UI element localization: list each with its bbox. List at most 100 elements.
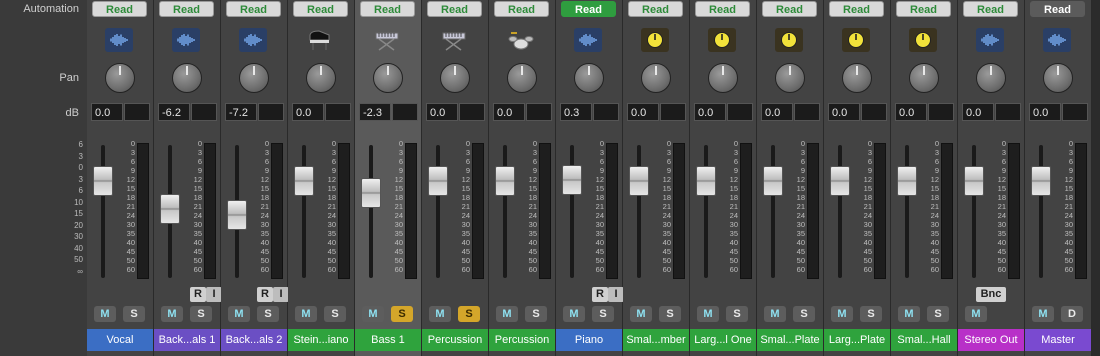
input-monitor-button[interactable]: I: [608, 287, 624, 302]
volume-db-readout[interactable]: 0.3: [560, 103, 592, 121]
channel-name[interactable]: Stein...iano: [288, 329, 354, 351]
waveform-icon[interactable]: [1043, 28, 1071, 52]
volume-fader[interactable]: [562, 164, 582, 195]
automation-mode-button[interactable]: Read: [427, 1, 482, 17]
volume-fader[interactable]: [294, 165, 314, 196]
channel-strip[interactable]: Read 0.0 0 3 6 9 12 15 18 21 24 30 35 40 45 50 60 M S Percu…: [489, 0, 556, 356]
mute-button[interactable]: M: [1032, 306, 1054, 322]
channel-strip[interactable]: Read -6.2 0 3 6 9 12 15 18 21 24 30 35 40 45 50 60 R I M S Ba…: [154, 0, 222, 356]
pan-knob[interactable]: [641, 63, 671, 93]
channel-strip[interactable]: Read 0.0 0 3 6 9 12 15 18 21 24 30 35 40 45 50 60 M S Smal.…: [623, 0, 690, 356]
channel-name[interactable]: Piano: [556, 329, 622, 351]
pan-knob[interactable]: [1043, 63, 1073, 93]
automation-mode-button[interactable]: Read: [963, 1, 1018, 17]
pan-knob[interactable]: [842, 63, 872, 93]
keyboard-stand-icon[interactable]: [373, 28, 401, 52]
channel-name[interactable]: Bass 1: [355, 329, 421, 351]
waveform-icon[interactable]: [239, 28, 267, 52]
channel-name[interactable]: Larg...Plate: [824, 329, 890, 351]
waveform-icon[interactable]: [105, 28, 133, 52]
solo-button[interactable]: S: [659, 306, 681, 322]
mute-button[interactable]: M: [965, 306, 987, 322]
keyboard-stand-icon[interactable]: [440, 28, 468, 52]
automation-mode-button[interactable]: Read: [695, 1, 750, 17]
volume-db-readout[interactable]: 0.0: [91, 103, 123, 121]
mute-button[interactable]: M: [228, 306, 250, 322]
aux-knob-icon[interactable]: [641, 28, 669, 52]
solo-button[interactable]: S: [190, 306, 212, 322]
channel-name[interactable]: Back...als 2: [221, 329, 287, 351]
solo-button[interactable]: S: [123, 306, 145, 322]
aux-knob-icon[interactable]: [775, 28, 803, 52]
record-enable-button[interactable]: R: [592, 287, 608, 302]
channel-name[interactable]: Smal...Plate: [757, 329, 823, 351]
automation-mode-button[interactable]: Read: [561, 1, 616, 17]
automation-mode-button[interactable]: Read: [159, 1, 214, 17]
automation-mode-button[interactable]: Read: [1030, 1, 1085, 17]
solo-button[interactable]: S: [458, 306, 480, 322]
dim-button[interactable]: D: [1061, 306, 1083, 322]
solo-button[interactable]: S: [860, 306, 882, 322]
channel-strip[interactable]: Read 0.0 0 3 6 9 12 15 18 21 24 30 35 40 45 50 60 M S Larg.…: [824, 0, 891, 356]
pan-knob[interactable]: [976, 63, 1006, 93]
volume-fader[interactable]: [964, 165, 984, 196]
pan-knob[interactable]: [775, 63, 805, 93]
mute-button[interactable]: M: [362, 306, 384, 322]
volume-fader[interactable]: [629, 165, 649, 196]
automation-mode-button[interactable]: Read: [829, 1, 884, 17]
waveform-icon[interactable]: [574, 28, 602, 52]
volume-db-readout[interactable]: -2.3: [359, 103, 391, 121]
mute-button[interactable]: M: [898, 306, 920, 322]
automation-mode-button[interactable]: Read: [762, 1, 817, 17]
volume-fader[interactable]: [763, 165, 783, 196]
pan-knob[interactable]: [574, 63, 604, 93]
volume-db-readout[interactable]: 0.0: [426, 103, 458, 121]
solo-button[interactable]: S: [592, 306, 614, 322]
mute-button[interactable]: M: [94, 306, 116, 322]
volume-fader[interactable]: [1031, 165, 1051, 196]
volume-db-readout[interactable]: 0.0: [694, 103, 726, 121]
volume-fader[interactable]: [361, 177, 381, 208]
channel-name[interactable]: Larg...l One: [690, 329, 756, 351]
channel-strip[interactable]: Read 0.0 0 3 6 9 12 15 18 21 24 30 35 40 45 50 60 M S Smal.…: [757, 0, 824, 356]
volume-db-readout[interactable]: 0.0: [828, 103, 860, 121]
mute-button[interactable]: M: [764, 306, 786, 322]
record-enable-button[interactable]: R: [190, 287, 206, 302]
volume-db-readout[interactable]: 0.0: [761, 103, 793, 121]
aux-knob-icon[interactable]: [708, 28, 736, 52]
aux-knob-icon[interactable]: [842, 28, 870, 52]
mute-button[interactable]: M: [295, 306, 317, 322]
input-monitor-button[interactable]: I: [273, 287, 289, 302]
volume-fader[interactable]: [830, 165, 850, 196]
grand-piano-icon[interactable]: [306, 28, 334, 52]
solo-button[interactable]: S: [793, 306, 815, 322]
solo-button[interactable]: S: [391, 306, 413, 322]
channel-name[interactable]: Smal...Hall: [891, 329, 957, 351]
waveform-icon[interactable]: [976, 28, 1004, 52]
volume-db-readout[interactable]: 0.0: [1029, 103, 1061, 121]
record-enable-button[interactable]: R: [257, 287, 273, 302]
channel-strip[interactable]: Read 0.0 0 3 6 9 12 15 18 21 24 30 35 40 45 50 60 M S Vocal: [87, 0, 154, 356]
channel-name[interactable]: Back...als 1: [154, 329, 220, 351]
volume-fader[interactable]: [897, 165, 917, 196]
channel-strip[interactable]: Read 0.3 0 3 6 9 12 15 18 21 24 30 35 40 45 50 60 R I M S Pia…: [556, 0, 624, 356]
channel-name[interactable]: Stereo Out: [958, 329, 1024, 351]
pan-knob[interactable]: [909, 63, 939, 93]
pan-knob[interactable]: [239, 63, 269, 93]
mute-button[interactable]: M: [563, 306, 585, 322]
volume-db-readout[interactable]: 0.0: [627, 103, 659, 121]
solo-button[interactable]: S: [525, 306, 547, 322]
volume-fader[interactable]: [160, 193, 180, 224]
automation-mode-button[interactable]: Read: [226, 1, 281, 17]
volume-db-readout[interactable]: 0.0: [895, 103, 927, 121]
volume-db-readout[interactable]: -6.2: [158, 103, 190, 121]
pan-knob[interactable]: [440, 63, 470, 93]
volume-fader[interactable]: [696, 165, 716, 196]
automation-mode-button[interactable]: Read: [494, 1, 549, 17]
solo-button[interactable]: S: [726, 306, 748, 322]
channel-strip[interactable]: Read 0.0 0 3 6 9 12 15 18 21 24 30 35 40 45 50 60 M S Stein…: [288, 0, 355, 356]
drum-kit-icon[interactable]: [507, 28, 535, 52]
bounce-button[interactable]: Bnc: [976, 287, 1006, 302]
automation-mode-button[interactable]: Read: [628, 1, 683, 17]
mute-button[interactable]: M: [161, 306, 183, 322]
